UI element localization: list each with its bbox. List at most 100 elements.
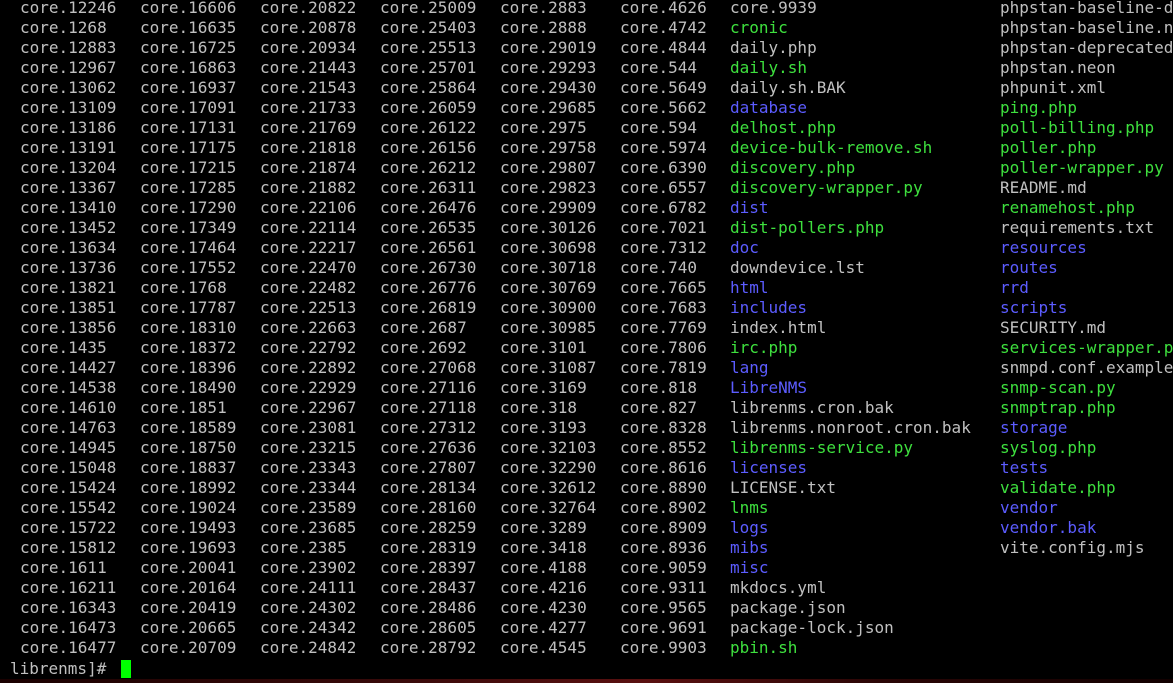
file-entry: core.26059: [380, 98, 477, 117]
executable-entry: dist-pollers.php: [730, 218, 885, 237]
file-entry: core.28792: [380, 638, 477, 657]
file-entry: core.8328: [620, 418, 707, 437]
file-entry: core.8909: [620, 518, 707, 537]
file-entry: core.24342: [260, 618, 357, 637]
file-entry: core.29758: [500, 138, 597, 157]
directory-entry: tests: [1000, 458, 1049, 477]
file-entry: core.15048: [20, 458, 117, 477]
file-entry: core.1768: [140, 278, 227, 297]
directory-entry: logs: [730, 518, 769, 537]
file-entry: SECURITY.md: [1000, 318, 1106, 337]
file-entry: core.28134: [380, 478, 477, 497]
directory-entry: database: [730, 98, 808, 117]
directory-entry: doc: [730, 238, 759, 257]
directory-entry: vendor: [1000, 498, 1058, 517]
file-entry: core.13851: [20, 298, 117, 317]
file-entry: core.6782: [620, 198, 707, 217]
executable-entry: renamehost.php: [1000, 198, 1135, 217]
file-entry: core.26156: [380, 138, 477, 157]
file-entry: core.32764: [500, 498, 597, 517]
file-entry: core.27116: [380, 378, 477, 397]
file-entry: core.9059: [620, 558, 707, 577]
file-entry: core.4844: [620, 38, 707, 57]
terminal-window[interactable]: core.12246 core.1268 core.12883 core.12967 c…: [0, 0, 1173, 683]
file-entry: core.4626: [620, 0, 707, 17]
file-entry: core.6390: [620, 158, 707, 177]
file-entry: core.13634: [20, 238, 117, 257]
file-entry: phpunit.xml: [1000, 78, 1106, 97]
file-entry: core.23081: [260, 418, 357, 437]
listing-column-7: core.9939 cronic daily.php daily.sh daily.sh…: [730, 0, 971, 658]
directory-entry: routes: [1000, 258, 1058, 277]
directory-entry: lang: [730, 358, 769, 377]
directory-entry: dist: [730, 198, 769, 217]
file-entry: core.3418: [500, 538, 587, 557]
executable-entry: poll-billing.php: [1000, 118, 1155, 137]
file-entry: core.16937: [140, 78, 237, 97]
file-entry: core.29019: [500, 38, 597, 57]
file-entry: core.15542: [20, 498, 117, 517]
file-entry: core.22114: [260, 218, 357, 237]
file-entry: core.16606: [140, 0, 237, 17]
file-entry: core.7021: [620, 218, 707, 237]
file-entry: core.32290: [500, 458, 597, 477]
file-entry: core.4188: [500, 558, 587, 577]
file-entry: core.25864: [380, 78, 477, 97]
file-entry: core.13367: [20, 178, 117, 197]
executable-entry: delhost.php: [730, 118, 836, 137]
file-entry: core.21818: [260, 138, 357, 157]
file-entry: core.13186: [20, 118, 117, 137]
shell-prompt[interactable]: librenms]#: [10, 659, 131, 679]
file-entry: core.16473: [20, 618, 117, 637]
file-entry: core.29823: [500, 178, 597, 197]
file-entry: core.28437: [380, 578, 477, 597]
file-entry: core.17091: [140, 98, 237, 117]
file-entry: core.12883: [20, 38, 117, 57]
executable-entry: poller-wrapper.py: [1000, 158, 1164, 177]
file-entry: core.22217: [260, 238, 357, 257]
file-entry: core.19024: [140, 498, 237, 517]
file-entry: core.20419: [140, 598, 237, 617]
file-entry: core.20934: [260, 38, 357, 57]
file-entry: snmpd.conf.example: [1000, 358, 1173, 377]
executable-entry: services-wrapper.p: [1000, 338, 1173, 357]
file-entry: core.9939: [730, 0, 817, 17]
file-entry: core.16635: [140, 18, 237, 37]
file-entry: core.22929: [260, 378, 357, 397]
listing-column-4: core.25009 core.25403 core.25513 core.25701…: [380, 0, 476, 658]
file-entry: core.30769: [500, 278, 597, 297]
directory-entry: scripts: [1000, 298, 1068, 317]
file-entry: core.20164: [140, 578, 237, 597]
directory-entry: storage: [1000, 418, 1068, 437]
file-entry: core.16211: [20, 578, 117, 597]
file-entry: core.29807: [500, 158, 597, 177]
file-entry: core.27118: [380, 398, 477, 417]
file-entry: core.30900: [500, 298, 597, 317]
file-entry: core.14610: [20, 398, 117, 417]
file-entry: core.21733: [260, 98, 357, 117]
file-entry: core.13191: [20, 138, 117, 157]
file-entry: core.18837: [140, 458, 237, 477]
file-entry: core.7683: [620, 298, 707, 317]
file-entry: core.27312: [380, 418, 477, 437]
file-entry: core.4742: [620, 18, 707, 37]
file-entry: core.8616: [620, 458, 707, 477]
file-entry: core.28605: [380, 618, 477, 637]
file-entry: core.18490: [140, 378, 237, 397]
file-entry: core.18372: [140, 338, 237, 357]
executable-entry: discovery-wrapper.py: [730, 178, 923, 197]
file-entry: core.16725: [140, 38, 237, 57]
file-entry: phpstan-deprecated: [1000, 38, 1173, 57]
executable-entry: irc.php: [730, 338, 798, 357]
file-entry: core.8936: [620, 538, 707, 557]
file-entry: core.14538: [20, 378, 117, 397]
file-entry: core.32103: [500, 438, 597, 457]
file-entry: core.13410: [20, 198, 117, 217]
file-entry: core.544: [620, 58, 698, 77]
directory-entry: html: [730, 278, 769, 297]
file-entry: core.3289: [500, 518, 587, 537]
file-entry: core.2385: [260, 538, 347, 557]
file-entry: core.21443: [260, 58, 357, 77]
file-entry: core.16477: [20, 638, 117, 657]
executable-entry: librenms-service.py: [730, 438, 914, 457]
